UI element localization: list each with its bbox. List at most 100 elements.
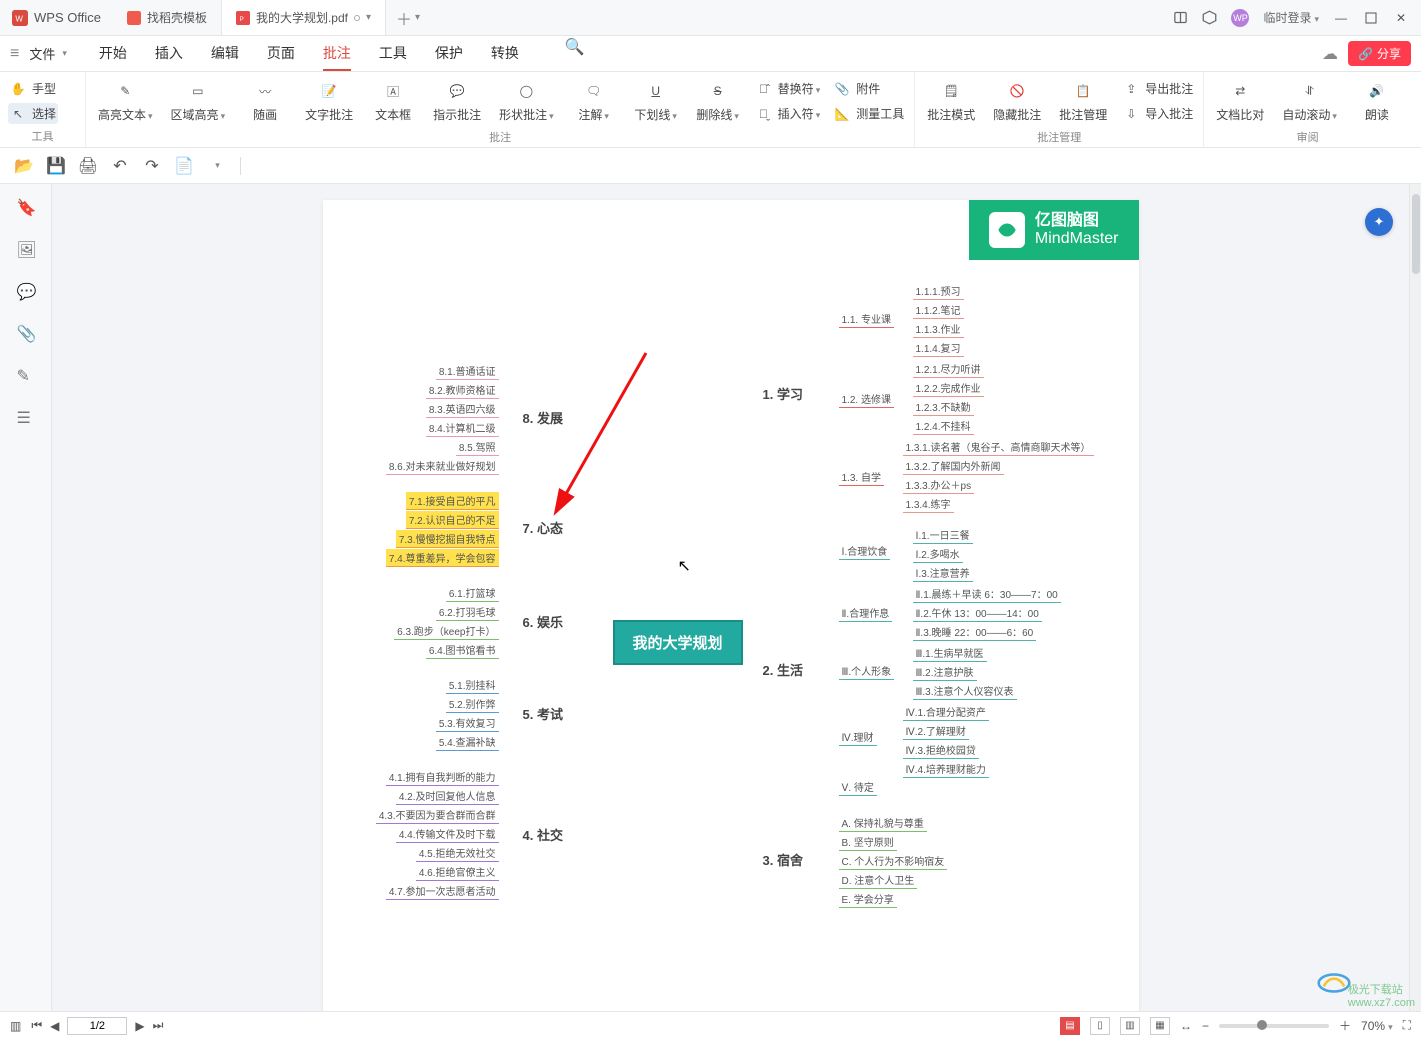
leaf: 8.6.对未来就业做好规划 <box>386 457 499 475</box>
minimize-button[interactable]: — <box>1333 10 1349 26</box>
insert-mark[interactable]: Ａ̬插入符 <box>754 103 823 124</box>
select-tool[interactable]: ↖选择 <box>8 103 58 124</box>
tab-protect[interactable]: 保护 <box>435 37 463 71</box>
tab-page[interactable]: 页面 <box>267 37 295 71</box>
group-annot-label: 批注 <box>94 129 906 145</box>
view-book[interactable]: ▦ <box>1150 1017 1170 1035</box>
signature-icon[interactable]: ✎ <box>17 366 35 384</box>
comments-icon[interactable]: 💬 <box>17 282 35 300</box>
avatar[interactable]: WP <box>1231 9 1249 27</box>
zoom-in[interactable]: ＋ <box>1339 1017 1351 1034</box>
maximize-button[interactable] <box>1363 10 1379 26</box>
zoom-slider[interactable] <box>1219 1024 1329 1028</box>
undo-icon[interactable]: ↶ <box>112 158 128 174</box>
watermark-logo <box>1317 971 1351 995</box>
annot-mode[interactable]: 🗒批注模式 <box>923 78 979 125</box>
copy-icon[interactable]: 📄 <box>176 158 192 174</box>
shape-annot[interactable]: ◯形状批注 <box>495 78 558 125</box>
file-menu[interactable]: 文件 <box>19 40 77 67</box>
branch-r3: 3. 宿舍 <box>763 850 803 869</box>
last-page[interactable]: ⏭ <box>153 1018 164 1033</box>
tab-tools[interactable]: 工具 <box>379 37 407 71</box>
manage-annot[interactable]: 📋批注管理 <box>1055 78 1111 125</box>
canvas[interactable]: ✦ 亿图脑图MindMaster 我的大学规划 1. 学习 2. 生活 3. 宿… <box>52 184 1409 1011</box>
annotate[interactable]: 🗨注解 <box>568 78 620 125</box>
svg-text:W: W <box>15 14 23 23</box>
first-page[interactable]: ⏮ <box>31 1018 42 1033</box>
auto-scroll[interactable]: ⥯自动滚动 <box>1278 78 1341 125</box>
branch-l6: 6. 娱乐 <box>523 612 563 631</box>
leaf: Ⅲ.3.注意个人仪容仪表 <box>913 682 1017 700</box>
leaf-hl: 7.1.接受自己的平凡 <box>406 492 499 510</box>
compare[interactable]: ⇄文档比对 <box>1212 78 1268 125</box>
tab-start[interactable]: 开始 <box>99 37 127 71</box>
measure[interactable]: 📐测量工具 <box>832 103 906 124</box>
group-manage-label: 批注管理 <box>923 129 1195 145</box>
menu-icon[interactable]: ≡ <box>10 45 19 63</box>
save-icon[interactable]: 💾 <box>48 158 64 174</box>
hand-tool[interactable]: ✋手型 <box>8 78 58 99</box>
tab-insert[interactable]: 插入 <box>155 37 183 71</box>
page-input[interactable] <box>67 1017 127 1035</box>
bookmark-icon[interactable]: 🔖 <box>17 198 35 216</box>
leaf: Ⅱ.2.午休 13：00——14：00 <box>913 604 1042 622</box>
tab-annotate[interactable]: 批注 <box>323 37 351 71</box>
view-single[interactable]: ▯ <box>1090 1017 1110 1035</box>
tab-template[interactable]: 找稻壳模板 <box>113 0 222 35</box>
close-button[interactable]: ✕ <box>1393 10 1409 26</box>
branch-l4: 4. 社交 <box>523 825 563 844</box>
new-tab-button[interactable]: ＋▾ <box>386 6 430 30</box>
text-box[interactable]: 🄰文本框 <box>367 78 419 125</box>
r2b2: Ⅱ.合理作息 <box>839 604 893 622</box>
tab-menu-icon[interactable]: ▾ <box>366 12 371 23</box>
tab-document[interactable]: P 我的大学规划.pdf ▾ <box>222 0 386 35</box>
text-annot[interactable]: 📝文字批注 <box>301 78 357 125</box>
scrollbar[interactable] <box>1409 184 1421 1011</box>
login-link[interactable]: 临时登录 <box>1263 9 1319 26</box>
underline[interactable]: U下划线 <box>630 78 682 125</box>
export-annot[interactable]: ⇪导出批注 <box>1121 78 1195 99</box>
cloud-icon[interactable]: ☁ <box>1322 44 1338 64</box>
fullscreen[interactable]: ⛶ <box>1403 1018 1411 1033</box>
cube-icon[interactable] <box>1202 10 1217 25</box>
statusbar: ▥ ⏮ ◀ ▶ ⏭ ▤ ▯ ▥ ▦ ↔ − ＋ 70% ⛶ <box>0 1011 1421 1039</box>
outline-toggle[interactable]: ▥ <box>10 1019 21 1033</box>
share-button[interactable]: 🔗 分享 <box>1348 41 1411 66</box>
freehand[interactable]: 〰随画 <box>239 78 291 125</box>
attachments-icon[interactable]: 📎 <box>17 324 35 342</box>
view-two[interactable]: ▥ <box>1120 1017 1140 1035</box>
search-icon[interactable]: 🔍 <box>565 37 585 71</box>
layers-icon[interactable]: ☰ <box>17 408 35 426</box>
highlight-text[interactable]: ✎高亮文本 <box>94 78 157 125</box>
qat-more[interactable] <box>208 158 224 174</box>
print-icon[interactable]: 🖨 <box>80 158 96 174</box>
view-continuous[interactable]: ▤ <box>1060 1017 1080 1035</box>
tab-edit[interactable]: 编辑 <box>211 37 239 71</box>
replace-mark[interactable]: Ａ̂替换符 <box>754 78 823 99</box>
mindmaster-logo-icon <box>989 212 1025 248</box>
zoom-value[interactable]: 70% <box>1361 1019 1393 1033</box>
leaf: 1.1.2.笔记 <box>913 301 964 319</box>
leaf: 6.4.图书馆看书 <box>426 641 499 659</box>
thumbnails-icon[interactable]: 🖼 <box>17 240 35 258</box>
panel-icon[interactable] <box>1173 10 1188 25</box>
fit-width[interactable]: ↔ <box>1180 1019 1192 1033</box>
branch-l7: 7. 心态 <box>523 518 563 537</box>
zoom-out[interactable]: − <box>1202 1019 1209 1033</box>
mouse-cursor: ↖ <box>678 556 691 576</box>
leaf-hl: 7.4.尊重差异，学会包容 <box>386 549 499 567</box>
ai-floating-button[interactable]: ✦ <box>1365 208 1393 236</box>
leaf: Ⅳ.3.拒绝校园贷 <box>903 741 979 759</box>
pointer-annot[interactable]: 💬指示批注 <box>429 78 485 125</box>
import-annot[interactable]: ⇩导入批注 <box>1121 103 1195 124</box>
next-page[interactable]: ▶ <box>135 1019 144 1033</box>
read-aloud[interactable]: 🔊朗读 <box>1351 78 1403 125</box>
area-highlight[interactable]: ▭区域高亮 <box>167 78 230 125</box>
strike[interactable]: S删除线 <box>692 78 744 125</box>
tab-convert[interactable]: 转换 <box>491 37 519 71</box>
redo-icon[interactable]: ↷ <box>144 158 160 174</box>
prev-page[interactable]: ◀ <box>50 1019 59 1033</box>
open-icon[interactable]: 📂 <box>16 158 32 174</box>
attachment[interactable]: 📎附件 <box>832 78 906 99</box>
hide-annot[interactable]: 🚫隐藏批注 <box>989 78 1045 125</box>
